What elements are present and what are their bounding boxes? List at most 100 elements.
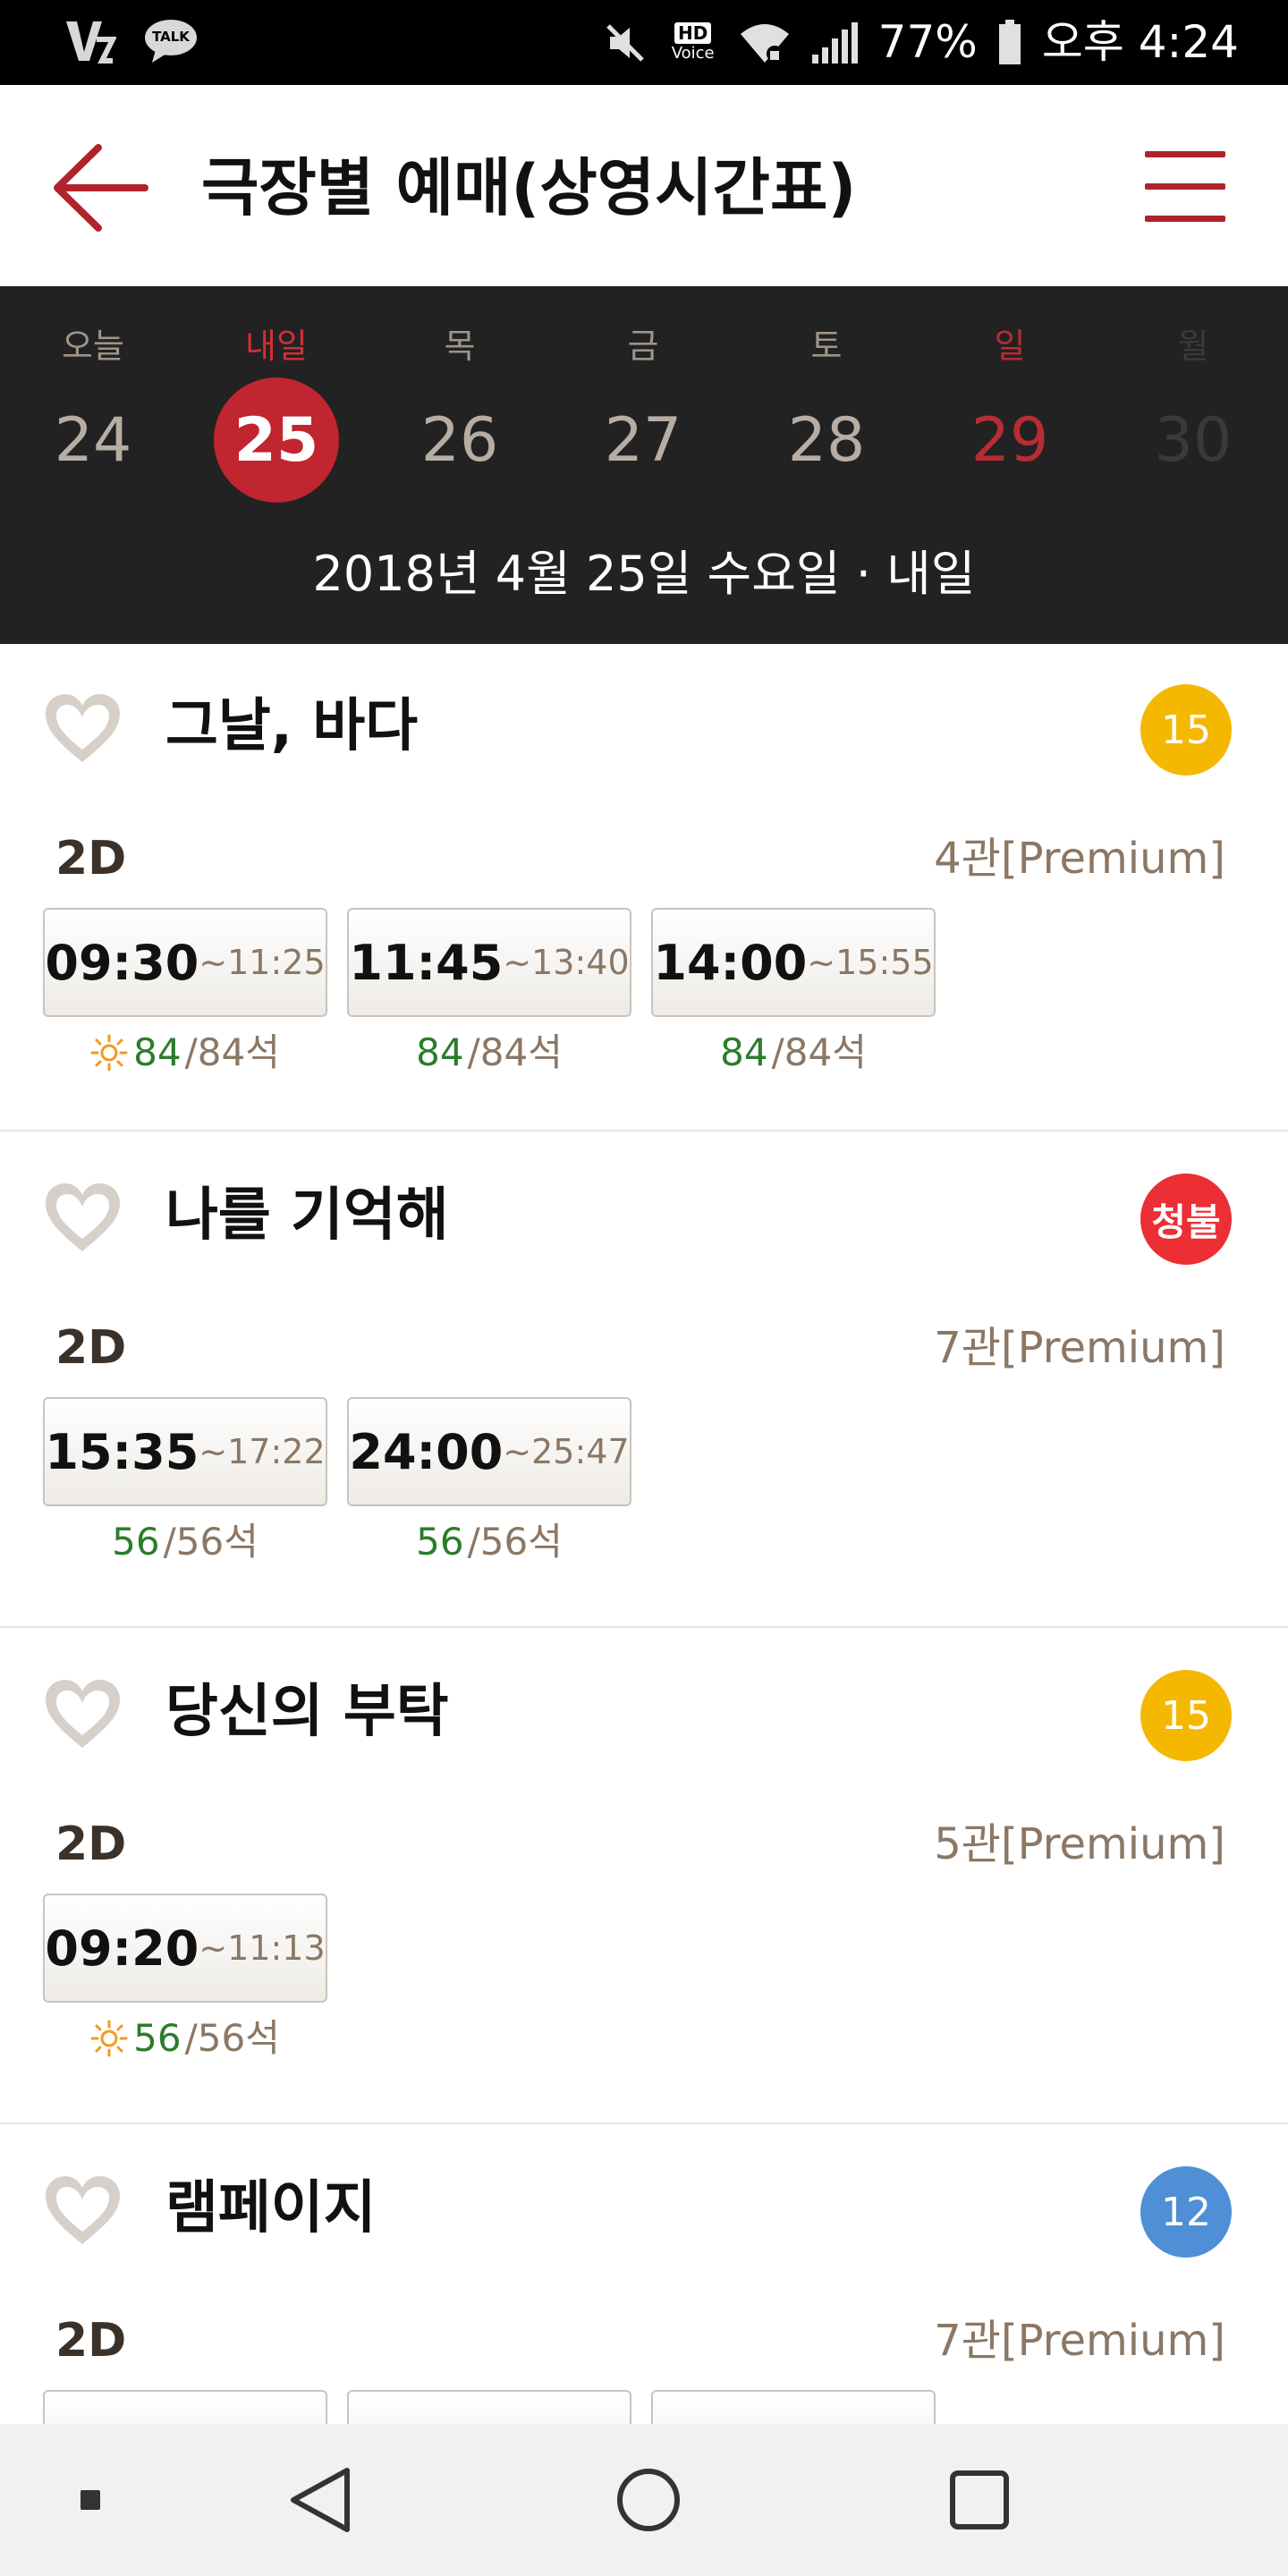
hall-name: 4관[Premium]: [934, 834, 1225, 884]
hall-name: 5관[Premium]: [934, 1819, 1225, 1869]
day-label: 토: [810, 326, 843, 366]
hall-name: 7관[Premium]: [934, 2316, 1225, 2366]
showtime-button[interactable]: 09:30 ~11:25: [43, 908, 327, 1017]
movie-card: 당신의 부탁 15 2D 5관[Premium] 09:20 ~11:13 56…: [0, 1630, 1288, 2124]
showtime-end: ~11:25: [199, 943, 326, 982]
back-triangle-icon: [291, 2468, 350, 2532]
showtime-start: 11:45: [349, 934, 504, 991]
seats-total: /56석: [163, 1520, 258, 1563]
seats-total: /84석: [467, 1030, 563, 1074]
showtime-end: ~17:22: [199, 1432, 326, 1471]
menu-button[interactable]: [1136, 149, 1234, 230]
day-number: 29: [970, 404, 1049, 476]
nav-back-button[interactable]: [268, 2451, 376, 2549]
back-arrow-icon: [54, 144, 148, 232]
heart-icon[interactable]: [40, 1180, 125, 1256]
date-tab-25[interactable]: 내일 25: [196, 324, 357, 503]
day-label: 금: [627, 326, 659, 366]
seats-available: 84: [416, 1030, 464, 1074]
talk-label: TALK: [152, 28, 190, 45]
voice-label: Voice: [671, 43, 715, 63]
day-label: 일: [994, 326, 1026, 366]
showtime-end: ~15:55: [807, 943, 934, 982]
day-number: 28: [787, 404, 866, 476]
seats-available: 84: [720, 1030, 768, 1074]
showtime-start: 09:30: [45, 934, 199, 991]
battery-icon: [998, 19, 1021, 64]
status-bar: TALK HD Voice 77% 오후 4:24: [0, 0, 1288, 85]
showtime-button[interactable]: 24:00 ~25:47: [347, 1397, 631, 1506]
showtime-end: ~13:40: [503, 943, 630, 982]
nav-dot-button[interactable]: [38, 2451, 145, 2549]
signal-icon: [811, 21, 858, 64]
showtime-button[interactable]: [43, 2390, 327, 2424]
movie-title[interactable]: 당신의 부탁: [165, 1667, 449, 1757]
day-number: 24: [54, 404, 132, 476]
showtime-start: 09:20: [45, 1919, 199, 1977]
showtime-start: 24:00: [349, 1423, 504, 1480]
day-label: 내일: [245, 326, 308, 366]
showtime-button[interactable]: 14:00 ~15:55: [651, 908, 936, 1017]
mute-icon: [606, 23, 644, 62]
hall-name: 7관[Premium]: [934, 1323, 1225, 1373]
date-tab-30: 월 30: [1113, 324, 1274, 503]
selected-date-text: 2018년 4월 25일 수요일 · 내일: [312, 546, 976, 602]
showtime-button[interactable]: [347, 2390, 631, 2424]
date-selector: 오늘 24 내일 25 목 26 금 27 토 28 일 29 월 30 201…: [0, 286, 1288, 644]
age-rating-badge: 15: [1140, 684, 1232, 775]
seat-count: 84/84석: [347, 1026, 631, 1080]
showtime-end: ~11:13: [199, 1928, 326, 1968]
screen-format: 2D: [55, 2314, 127, 2368]
seat-count: 56/56석: [43, 1515, 327, 1569]
movie-card: 램페이지 12 2D 7관[Premium]: [0, 2126, 1288, 2424]
movie-title[interactable]: 램페이지: [165, 2164, 377, 2253]
screen-format: 2D: [55, 1818, 127, 1871]
heart-icon[interactable]: [40, 2173, 125, 2249]
seats-total: /84석: [184, 1030, 280, 1074]
sun-icon: [90, 2020, 128, 2057]
page-title: 극장별 예매(상영시간표): [201, 151, 857, 225]
seat-count: 84/84석: [651, 1026, 936, 1080]
nav-recents-button[interactable]: [926, 2451, 1033, 2549]
menu-icon: [1145, 151, 1225, 157]
v-app-icon: [66, 21, 116, 64]
showtime-button[interactable]: 15:35 ~17:22: [43, 1397, 327, 1506]
showtime-start: 14:00: [653, 934, 808, 991]
seats-total: /56석: [467, 1520, 563, 1563]
movie-title[interactable]: 나를 기억해: [165, 1171, 449, 1260]
dot-icon: [80, 2490, 100, 2510]
showtime-button[interactable]: 09:20 ~11:13: [43, 1894, 327, 2003]
date-tab-29[interactable]: 일 29: [929, 324, 1090, 503]
showtime-button[interactable]: [651, 2390, 936, 2424]
day-number: 27: [604, 404, 682, 476]
showtime-start: 15:35: [45, 1423, 199, 1480]
day-label: 월: [1177, 326, 1209, 366]
seats-available: 84: [133, 1030, 182, 1074]
day-number: 25: [233, 404, 319, 476]
heart-icon[interactable]: [40, 1676, 125, 1752]
age-rating-badge: 청불: [1140, 1174, 1232, 1265]
hd-voice-icon: HD Voice: [667, 18, 719, 68]
screen-format: 2D: [55, 1321, 127, 1375]
wifi-icon: [740, 23, 789, 63]
day-label: 목: [444, 326, 476, 366]
heart-icon[interactable]: [40, 691, 125, 767]
movie-title[interactable]: 그날, 바다: [165, 682, 418, 771]
sun-icon: [90, 1034, 128, 1072]
date-tab-26[interactable]: 목 26: [379, 324, 540, 503]
battery-percent: 77%: [877, 16, 978, 68]
seats-total: /84석: [771, 1030, 867, 1074]
system-nav-bar: [0, 2424, 1288, 2576]
seats-total: /56석: [184, 2016, 280, 2060]
showtime-button[interactable]: 11:45 ~13:40: [347, 908, 631, 1017]
date-tab-27[interactable]: 금 27: [563, 324, 724, 503]
date-tab-24[interactable]: 오늘 24: [13, 324, 174, 503]
showtime-end: ~25:47: [503, 1432, 630, 1471]
date-tab-28[interactable]: 토 28: [746, 324, 907, 503]
nav-home-button[interactable]: [595, 2451, 702, 2549]
hd-label: HD: [674, 21, 712, 44]
back-button[interactable]: [45, 139, 161, 237]
day-label: 오늘: [62, 326, 124, 366]
app-header: 극장별 예매(상영시간표): [0, 85, 1288, 286]
seats-available: 56: [133, 2016, 182, 2060]
